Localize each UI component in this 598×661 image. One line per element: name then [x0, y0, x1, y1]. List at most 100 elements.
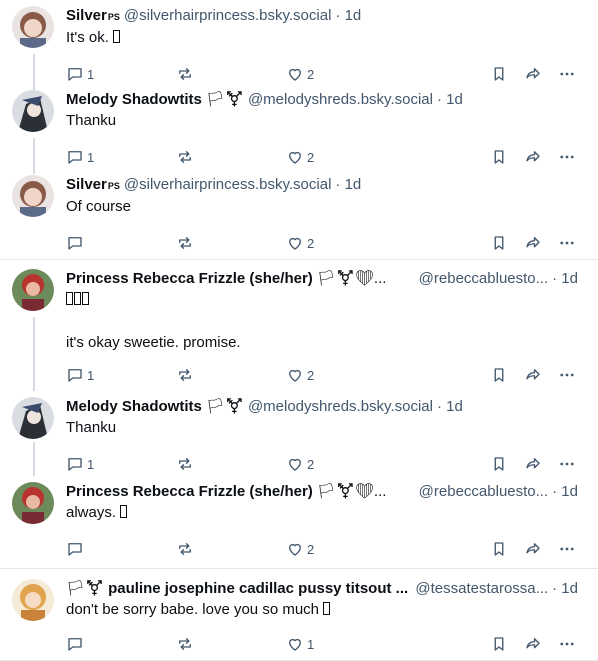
share-button[interactable]	[524, 540, 542, 558]
post-actions: 1	[66, 630, 586, 658]
post[interactable]: Melody Shadowtits 🏳⚧ @melodyshreds.bsky.s…	[0, 395, 598, 480]
post-time[interactable]: · 1d	[552, 269, 578, 289]
avatar[interactable]	[12, 269, 54, 311]
post-time[interactable]: · 1d	[335, 6, 361, 26]
post[interactable]: Silver PS @silverhairprincess.bsky.social…	[0, 170, 598, 260]
share-icon	[526, 638, 540, 649]
like-button[interactable]: 2	[286, 366, 426, 384]
share-icon	[526, 151, 540, 162]
more-options-button[interactable]	[558, 540, 576, 558]
share-button[interactable]	[524, 455, 542, 473]
bookmark-button[interactable]	[490, 635, 508, 653]
more-options-button[interactable]	[558, 635, 576, 653]
ellipsis-icon	[560, 155, 574, 159]
post-time[interactable]: · 1d	[552, 482, 578, 502]
repost-button[interactable]	[176, 65, 286, 83]
post[interactable]: Melody Shadowtits 🏳⚧ @melodyshreds.bsky.s…	[0, 85, 598, 170]
avatar[interactable]	[12, 482, 54, 524]
repost-button[interactable]	[176, 455, 286, 473]
post-time[interactable]: · 1d	[437, 397, 463, 417]
share-button[interactable]	[524, 148, 542, 166]
author-name[interactable]: Melody Shadowtits	[66, 397, 202, 417]
author-name[interactable]: Princess Rebecca Frizzle (she/her)	[66, 269, 313, 289]
reply-button[interactable]	[66, 540, 176, 558]
reply-button[interactable]: 1	[66, 366, 176, 384]
more-options-button[interactable]	[558, 234, 576, 252]
bookmark-button[interactable]	[490, 148, 508, 166]
bookmark-button[interactable]	[490, 234, 508, 252]
more-options-button[interactable]	[558, 366, 576, 384]
flag-emoji-icon: 🏳⚧❤...	[316, 270, 387, 287]
repost-button[interactable]	[176, 234, 286, 252]
author-name[interactable]: Melody Shadowtits	[66, 90, 202, 110]
like-button[interactable]: 2	[286, 455, 426, 473]
bookmark-button[interactable]	[490, 540, 508, 558]
share-button[interactable]	[524, 366, 542, 384]
reply-button[interactable]	[66, 234, 176, 252]
post[interactable]: Princess Rebecca Frizzle (she/her) 🏳⚧❤...…	[0, 480, 598, 569]
reply-button[interactable]: 1	[66, 148, 176, 166]
share-button[interactable]	[524, 65, 542, 83]
reply-button[interactable]: 1	[66, 65, 176, 83]
bookmark-button[interactable]	[490, 455, 508, 473]
repost-button[interactable]	[176, 148, 286, 166]
reply-icon	[68, 543, 82, 556]
like-button[interactable]: 2	[286, 65, 426, 83]
reply-button[interactable]: 1	[66, 455, 176, 473]
share-icon	[526, 543, 540, 554]
bookmark-icon	[494, 542, 504, 556]
more-options-button[interactable]	[558, 455, 576, 473]
avatar[interactable]	[12, 175, 54, 217]
more-options-button[interactable]	[558, 65, 576, 83]
author-handle[interactable]: @rebeccabluesto...	[419, 482, 548, 502]
post-time[interactable]: · 1d	[552, 579, 578, 599]
more-options-button[interactable]	[558, 148, 576, 166]
author-name[interactable]: Silver	[66, 175, 107, 195]
reply-icon	[68, 369, 82, 382]
like-button[interactable]: 1	[286, 635, 426, 653]
reply-count: 1	[87, 66, 95, 82]
share-button[interactable]	[524, 234, 542, 252]
post[interactable]: Princess Rebecca Frizzle (she/her) 🏳⚧❤...…	[0, 260, 598, 395]
post[interactable]: 🏳⚧ pauline josephine cadillac pussy titso…	[0, 569, 598, 661]
post-time[interactable]: · 1d	[335, 175, 361, 195]
repost-button[interactable]	[176, 635, 286, 653]
post-time[interactable]: · 1d	[437, 90, 463, 110]
reply-button[interactable]	[66, 635, 176, 653]
author-handle[interactable]: @silverhairprincess.bsky.social	[124, 175, 332, 195]
author-handle[interactable]: @tessatestarossa...	[415, 579, 548, 599]
repost-button[interactable]	[176, 540, 286, 558]
avatar[interactable]	[12, 90, 54, 132]
emoji-placeholder-icon	[120, 505, 128, 518]
bookmark-button[interactable]	[490, 65, 508, 83]
author-handle[interactable]: @silverhairprincess.bsky.social	[124, 6, 332, 26]
author-handle[interactable]: @melodyshreds.bsky.social	[248, 397, 433, 417]
author-name[interactable]: pauline josephine cadillac pussy titsout…	[108, 579, 408, 599]
author-handle[interactable]: @rebeccabluesto...	[419, 269, 548, 289]
post[interactable]: Silver PS @silverhairprincess.bsky.social…	[0, 0, 598, 85]
author-name[interactable]: Silver	[66, 6, 107, 26]
share-button[interactable]	[524, 635, 542, 653]
bookmark-icon	[494, 457, 504, 471]
like-button[interactable]: 2	[286, 148, 426, 166]
heart-icon	[289, 638, 301, 651]
emoji-line	[66, 289, 586, 310]
avatar[interactable]	[12, 579, 54, 621]
avatar[interactable]	[12, 397, 54, 439]
author-name[interactable]: Princess Rebecca Frizzle (she/her)	[66, 482, 313, 502]
emoji-placeholder-icon	[74, 292, 81, 305]
ellipsis-icon	[560, 241, 574, 245]
post-feed: Silver PS @silverhairprincess.bsky.social…	[0, 0, 598, 661]
like-button[interactable]: 2	[286, 234, 426, 252]
post-actions: 1 2	[66, 60, 586, 88]
like-button[interactable]: 2	[286, 540, 426, 558]
like-count: 1	[307, 636, 315, 652]
flag-emoji-icon: 🏳⚧❤...	[316, 483, 387, 500]
repost-icon	[179, 68, 191, 80]
avatar[interactable]	[12, 6, 54, 48]
author-handle[interactable]: @melodyshreds.bsky.social	[248, 90, 433, 110]
bookmark-button[interactable]	[490, 366, 508, 384]
repost-button[interactable]	[176, 366, 286, 384]
heart-icon	[289, 458, 301, 471]
post-actions: 1 2	[66, 450, 586, 478]
